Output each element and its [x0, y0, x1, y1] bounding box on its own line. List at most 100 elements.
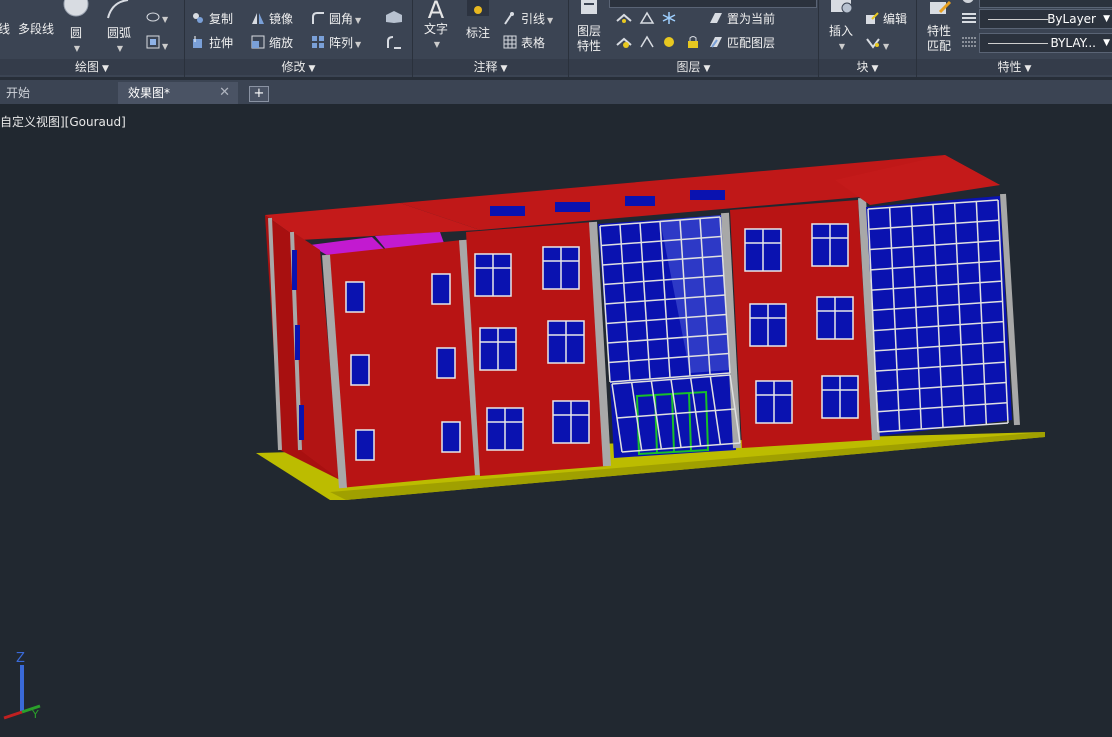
roof-window-2 [555, 202, 590, 212]
ellipse-icon [146, 12, 160, 22]
layer-tool-6[interactable] [661, 35, 677, 53]
window [436, 347, 456, 379]
side-window-1 [292, 250, 297, 290]
layer-dropdown[interactable] [609, 0, 817, 8]
tab-drawing-label: 效果图* [128, 86, 171, 100]
text-button[interactable]: A 文字 ▼ [421, 0, 451, 52]
layer-tool-2[interactable] [639, 11, 655, 29]
circle-label: 圆 [69, 26, 82, 40]
block-edit-button[interactable]: 编辑 [865, 11, 907, 27]
annotation-panel: A 文字 ▼ 标注 引线 ▼ 表格 注释 ▼ [413, 0, 569, 77]
plus-icon: + [253, 86, 265, 101]
circle-button[interactable]: 圆 ▼ [62, 0, 90, 56]
layer-tool-4[interactable] [615, 35, 633, 53]
ucs-icon[interactable]: Z Y [3, 651, 41, 721]
arc-label: 圆弧 [106, 26, 131, 40]
scale-button[interactable]: 缩放 [251, 35, 293, 51]
dimension-button[interactable]: 标注 [461, 0, 495, 41]
layer-isolate-icon [639, 11, 655, 24]
lineweight-dropdown[interactable]: BYLAY... ▼ [979, 33, 1112, 53]
roof-window-1 [490, 206, 525, 216]
layer-tool-1[interactable] [615, 11, 633, 29]
lineweight-icon-button[interactable] [961, 36, 977, 52]
tab-start-label: 开始 [6, 86, 31, 100]
draw-panel: 线 多段线 圆 ▼ 圆弧 ▼ ▼ ▼ 绘图 ▼ [0, 0, 185, 77]
block-attribute-button[interactable]: ▼ [865, 35, 889, 55]
offset-icon [387, 36, 401, 49]
match-layer-button[interactable]: 匹配图层 [709, 35, 775, 51]
insert-label: 插入 [828, 24, 853, 38]
array-button[interactable]: 阵列 ▼ [311, 35, 361, 53]
block-panel-title[interactable]: 块 ▼ [819, 59, 916, 75]
match-properties-icon [930, 0, 952, 14]
copy-icon [193, 13, 203, 23]
match-properties-label: 特性 匹配 [926, 24, 951, 53]
fillet-icon [312, 12, 324, 24]
solid-edit-icon [386, 11, 402, 23]
close-icon[interactable]: ✕ [219, 82, 230, 104]
layer-tool-7[interactable] [685, 35, 701, 53]
color-wheel-icon [962, 0, 974, 3]
text-label: 文字 [423, 22, 448, 36]
window [441, 421, 461, 453]
modify-panel-title[interactable]: 修改 ▼ [185, 59, 412, 75]
ellipse-button[interactable]: ▼ [146, 10, 168, 28]
match-layer-icon [710, 37, 722, 48]
copy-button[interactable]: 复制 [191, 11, 233, 27]
arc-button[interactable]: 圆弧 ▼ [102, 0, 136, 56]
linetype-dropdown[interactable]: ByLayer ▼ [979, 9, 1112, 29]
chevron-down-icon[interactable]: ▼ [104, 41, 136, 56]
line-button[interactable]: 线 [0, 21, 10, 37]
solid-edit-button[interactable] [385, 10, 403, 28]
chevron-down-icon: ▼ [871, 64, 879, 74]
properties-panel-title[interactable]: 特性 ▼ [917, 59, 1112, 75]
chevron-down-icon: ▼ [1103, 38, 1110, 48]
array-icon [312, 36, 324, 48]
draw-panel-title[interactable]: 绘图 ▼ [0, 59, 184, 75]
tab-start[interactable]: 开始 [0, 82, 110, 104]
fillet-button[interactable]: 圆角 ▼ [311, 11, 361, 29]
viewport-3d-model[interactable]: Z Y [0, 104, 1112, 737]
match-properties-button[interactable]: 特性 匹配 [921, 0, 957, 54]
mirror-button[interactable]: 镜像 [251, 11, 293, 27]
scale-icon [251, 35, 265, 49]
layers-panel-title[interactable]: 图层 ▼ [569, 59, 818, 75]
polyline-button[interactable]: 多段线 [18, 21, 54, 37]
layer-tool-3[interactable] [661, 11, 677, 29]
stretch-icon [193, 36, 202, 48]
linetype-icon-button[interactable] [961, 12, 977, 28]
new-tab-button[interactable]: + [249, 86, 269, 102]
mirror-icon [252, 13, 264, 24]
color-dropdown[interactable] [979, 0, 1112, 8]
make-current-button[interactable]: 置为当前 [709, 11, 775, 27]
layer-thaw-icon [664, 37, 674, 47]
color-swatch-button[interactable] [961, 0, 975, 10]
layer-on-icon [616, 37, 632, 48]
chevron-down-icon[interactable]: ▼ [825, 39, 859, 54]
lineweight-value: BYLAY... [1050, 36, 1097, 50]
arc-icon [107, 0, 129, 19]
layer-properties-button[interactable]: 图层 特性 [571, 0, 607, 54]
stretch-button[interactable]: 拉伸 [191, 35, 233, 51]
hatch-button[interactable]: ▼ [146, 35, 168, 55]
annotation-panel-title[interactable]: 注释 ▼ [413, 59, 568, 75]
chevron-down-icon: ▼ [703, 64, 711, 74]
chevron-down-icon: ▼ [1024, 64, 1032, 74]
roof-window-4 [690, 190, 725, 200]
chevron-down-icon: ▼ [1103, 14, 1110, 24]
offset-button[interactable] [385, 35, 403, 53]
window [431, 273, 451, 305]
layer-tool-5[interactable] [639, 35, 655, 53]
chevron-down-icon: ▼ [308, 64, 316, 74]
chevron-down-icon[interactable]: ▼ [423, 37, 451, 52]
insert-button[interactable]: 插入 ▼ [823, 0, 859, 54]
linetype-value: ByLayer [1047, 12, 1096, 26]
leader-icon [504, 12, 514, 25]
text-icon: A [427, 0, 445, 24]
linetype-icon [962, 13, 976, 23]
chevron-down-icon[interactable]: ▼ [64, 41, 90, 56]
leader-button[interactable]: 引线 ▼ [503, 11, 553, 29]
insert-icon [831, 0, 853, 14]
tab-drawing[interactable]: 效果图* ✕ [118, 82, 238, 104]
table-button[interactable]: 表格 [503, 35, 545, 51]
